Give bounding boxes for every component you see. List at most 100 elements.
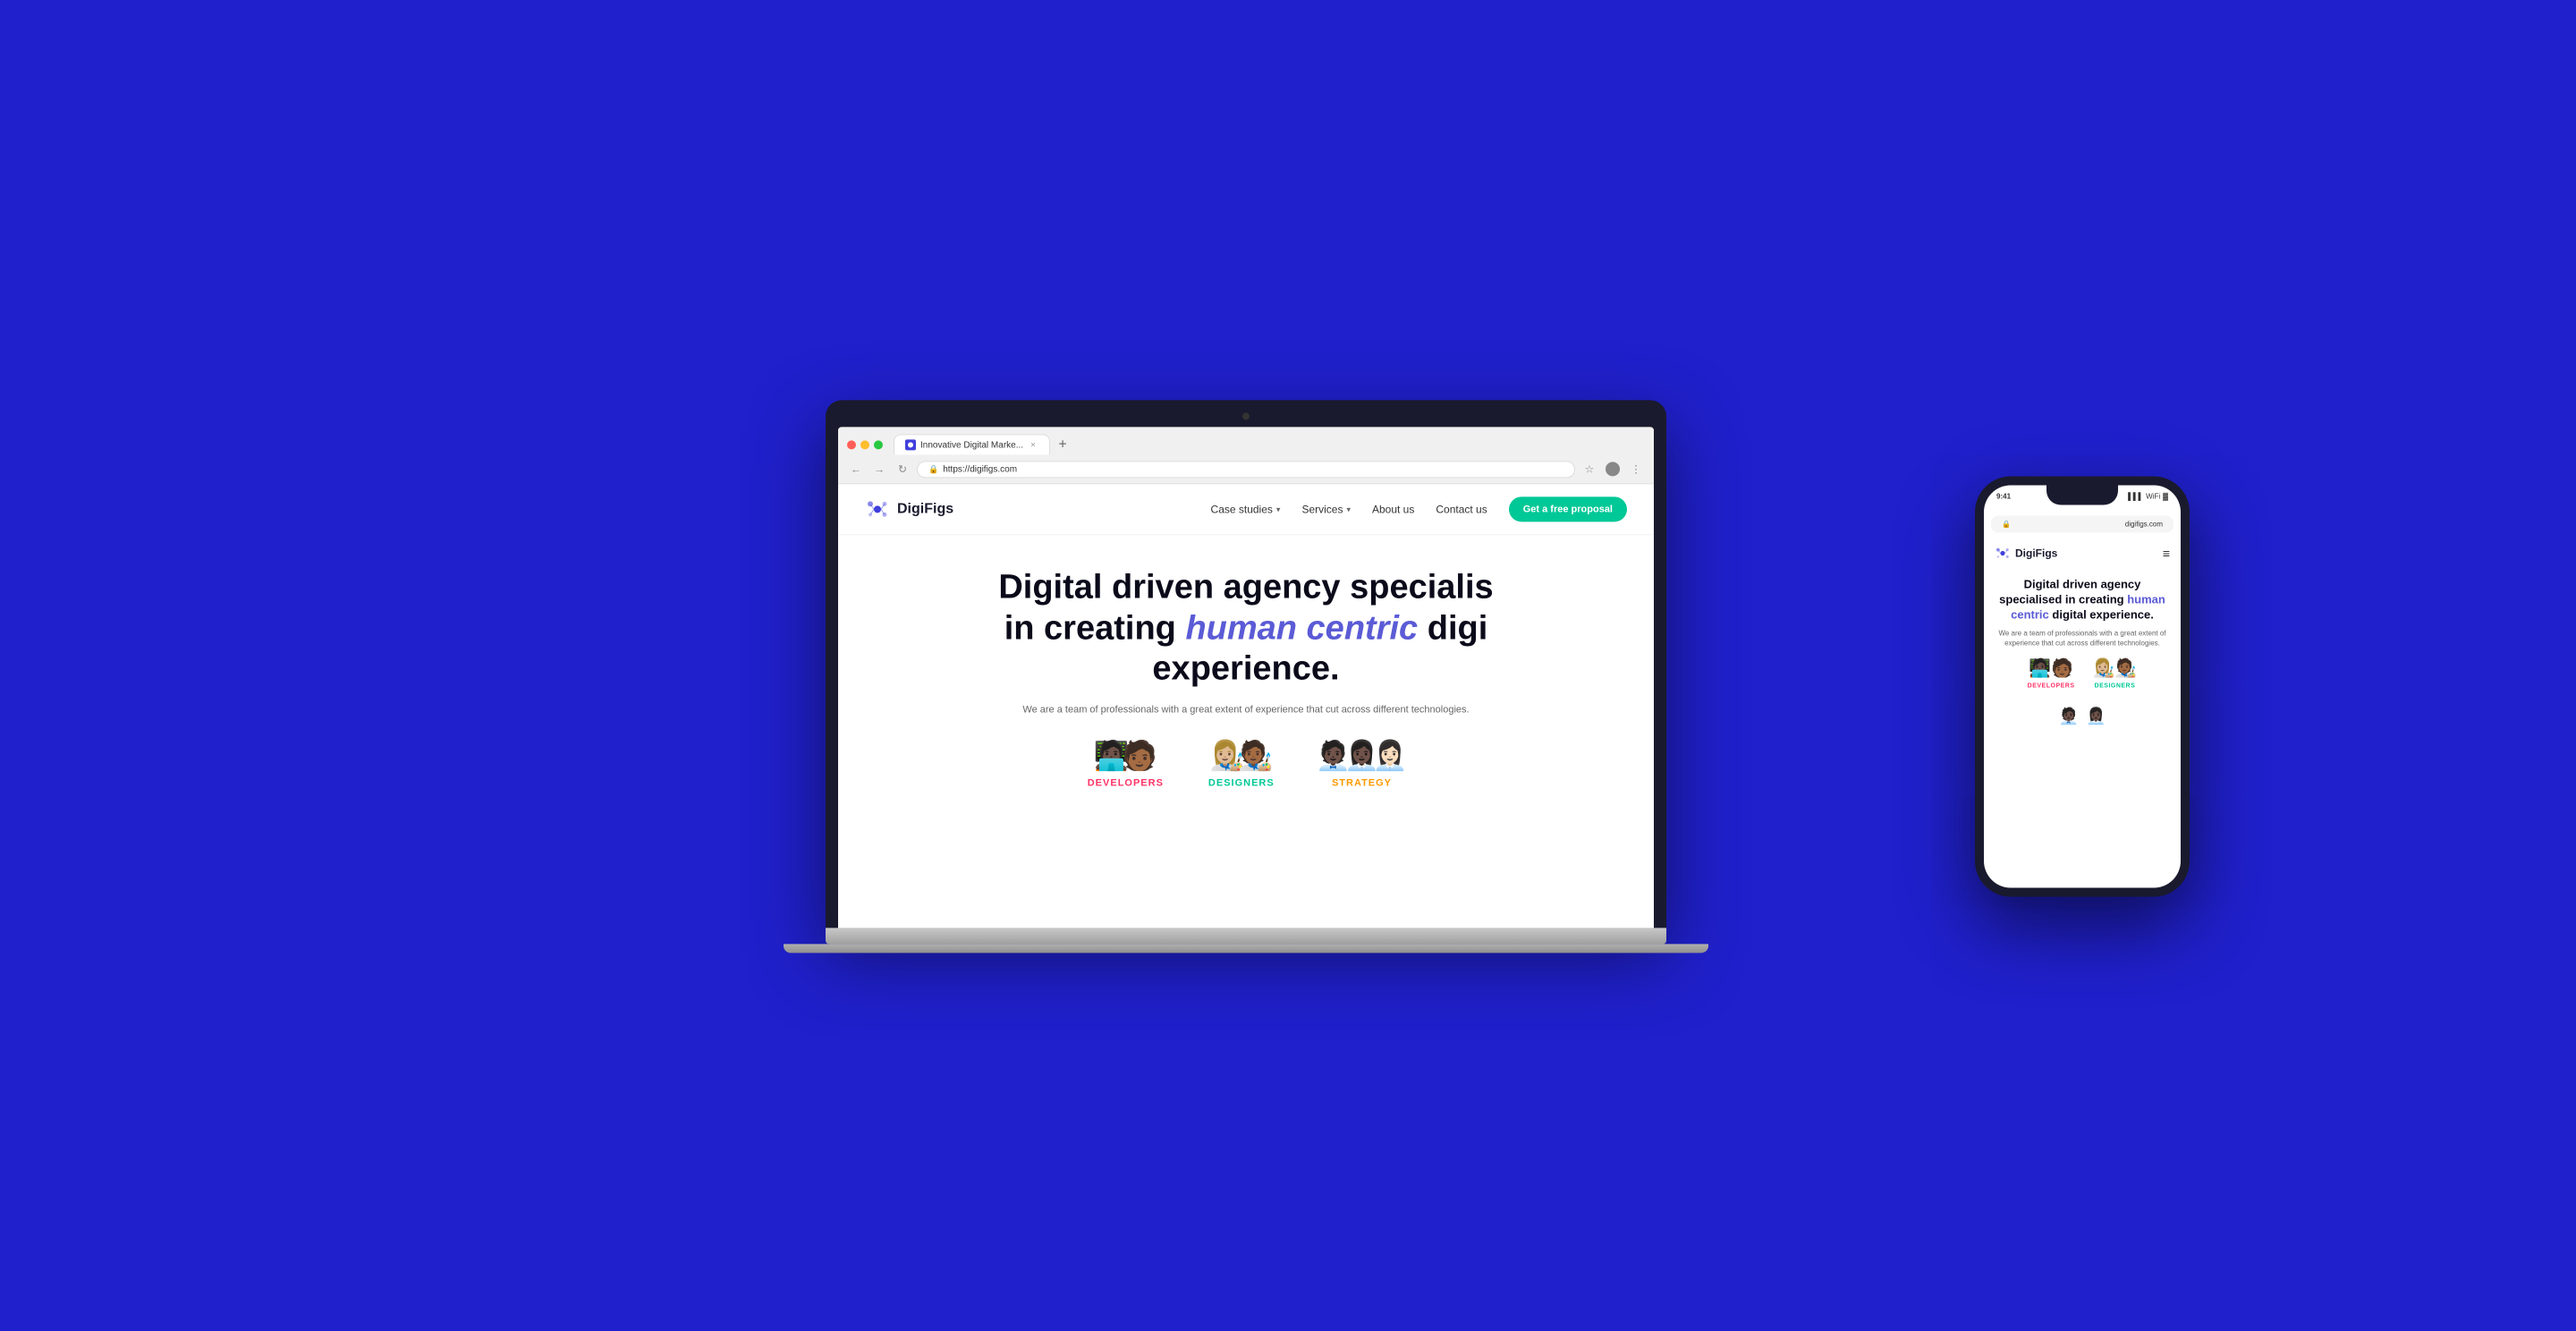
phone-team-developers: 🧑🏿‍💻 🧑🏾 DEVELOPERS [2028,657,2075,690]
phone-device: 9:41 ▌▌▌ WiFi ▓ 🔒 digifigs.com [1975,477,2190,897]
phone-hero: Digital driven agency specialised in cre… [1995,571,2170,697]
refresh-button[interactable]: ↻ [894,460,911,478]
hero-section: Digital driven agency specialis in creat… [838,535,1654,806]
hero-subtitle: We are a team of professionals with a gr… [1022,702,1470,717]
team-designers: 👩🏼‍🎨 🧑🏾‍🎨 DESIGNERS [1208,739,1275,789]
minimize-dot[interactable] [860,440,869,449]
developer-avatar-2: 🧑🏾 [1122,739,1157,773]
phone-extra-avatars: 🧑🏿‍💼 👩🏿‍💼 [1995,708,2170,726]
team-developers: 🧑🏿‍💻 🧑🏾 DEVELOPERS [1088,739,1164,789]
url-text: https://digifigs.com [943,464,1017,474]
nav-services-label: Services [1301,503,1343,515]
phone-des-avatar-1: 👩🏼‍🎨 [2093,657,2115,680]
phone-logo-text: DigiFigs [2015,547,2057,560]
phone-dev-avatar-1: 🧑🏿‍💻 [2029,657,2051,680]
phone-url-bar[interactable]: 🔒 digifigs.com [1991,516,2174,533]
scene: Innovative Digital Marke... × + ← → ↻ 🔒 … [215,129,2361,1202]
phone-des-avatars: 👩🏼‍🎨 🧑🏾‍🎨 [2093,657,2138,680]
strategy-avatar-3: 👩🏻‍💼 [1372,739,1408,773]
phone-designers-label: DESIGNERS [2095,683,2136,690]
nav-cta-button[interactable]: Get a free proposal [1509,496,1627,521]
laptop-frame: Innovative Digital Marke... × + ← → ↻ 🔒 … [826,400,1666,928]
phone-time: 9:41 [1996,493,2011,501]
case-studies-dropdown-icon: ▾ [1276,504,1281,514]
phone-extra-avatar-2: 👩🏿‍💼 [2086,708,2106,726]
phone-extra-avatar-1: 🧑🏿‍💼 [2059,708,2079,726]
nav-contact-label: Contact us [1436,503,1487,515]
phone-dev-avatars: 🧑🏿‍💻 🧑🏾 [2029,657,2073,680]
nav-links: Case studies ▾ Services ▾ About us [1211,496,1627,521]
phone-content: DigiFigs ≡ Digital driven agency special… [1984,537,2181,735]
nav-about[interactable]: About us [1372,503,1414,515]
site-navbar: DigiFigs Case studies ▾ Services ▾ [838,484,1654,535]
more-button[interactable]: ⋮ [1627,460,1645,478]
new-tab-button[interactable]: + [1054,436,1072,454]
tab-close-button[interactable]: × [1028,439,1038,450]
phone-frame: 9:41 ▌▌▌ WiFi ▓ 🔒 digifigs.com [1975,477,2190,897]
nav-contact[interactable]: Contact us [1436,503,1487,515]
bookmark-button[interactable]: ☆ [1580,460,1598,478]
lock-icon: 🔒 [928,464,938,474]
hamburger-menu-icon[interactable]: ≡ [2163,547,2170,561]
browser-dots [847,440,883,449]
phone-hero-title-text: Digital driven agency specialised in cre… [1999,578,2140,606]
laptop-base [826,928,1666,944]
forward-button[interactable]: → [870,460,888,478]
strategy-avatars: 🧑🏿‍💼 👩🏿‍💼 👩🏻‍💼 [1319,739,1405,773]
hero-title-highlight: human centric [1185,609,1418,647]
back-button[interactable]: ← [847,460,865,478]
site-logo: DigiFigs [865,496,953,521]
phone-team-designers: 👩🏼‍🎨 🧑🏾‍🎨 DESIGNERS [2093,657,2138,690]
browser-tab[interactable]: Innovative Digital Marke... × [894,434,1050,454]
designer-avatar-2: 🧑🏾‍🎨 [1238,739,1274,773]
phone-url: digifigs.com [2125,521,2163,529]
nav-case-studies-label: Case studies [1211,503,1273,515]
phone-logo-icon [1995,546,2011,562]
battery-icon: ▓ [2163,493,2168,501]
phone-hero-subtitle: We are a team of professionals with a gr… [1995,628,2170,648]
strategy-label: STRATEGY [1332,778,1392,789]
phone-dev-avatar-2: 🧑🏾 [2051,657,2073,680]
browser-tab-bar: Innovative Digital Marke... × + [847,434,1645,454]
nav-about-label: About us [1372,503,1414,515]
tab-title: Innovative Digital Marke... [920,440,1023,450]
phone-navbar: DigiFigs ≡ [1995,546,2170,562]
laptop-camera [1242,412,1250,420]
phone-notch [2046,486,2118,505]
tab-favicon [905,439,916,450]
phone-hero-title-end: digital experience. [2052,607,2153,621]
developers-label: DEVELOPERS [1088,778,1164,789]
phone-hero-title: Digital driven agency specialised in cre… [1995,578,2170,623]
team-strategy: 🧑🏿‍💼 👩🏿‍💼 👩🏻‍💼 STRATEGY [1319,739,1405,789]
hero-title-line3: digi [1428,609,1488,647]
website-content: DigiFigs Case studies ▾ Services ▾ [838,484,1654,928]
profile-button[interactable] [1604,460,1622,478]
hero-title-line2: in creating [1004,609,1186,647]
laptop-foot [784,944,1708,953]
laptop-device: Innovative Digital Marke... × + ← → ↻ 🔒 … [826,400,1666,953]
maximize-dot[interactable] [874,440,883,449]
wifi-icon: WiFi [2146,493,2160,501]
laptop-screen: Innovative Digital Marke... × + ← → ↻ 🔒 … [838,427,1654,928]
hero-title-line4: experience. [1152,650,1339,688]
developers-avatars: 🧑🏿‍💻 🧑🏾 [1097,739,1154,773]
phone-logo: DigiFigs [1995,546,2057,562]
designers-label: DESIGNERS [1208,778,1275,789]
browser-controls: ← → ↻ 🔒 https://digifigs.com ☆ ⋮ [847,460,1645,478]
close-dot[interactable] [847,440,856,449]
signal-icon: ▌▌▌ [2128,493,2143,501]
hero-title-line1: Digital driven agency specialis [998,568,1493,606]
hero-teams: 🧑🏿‍💻 🧑🏾 DEVELOPERS 👩🏼‍🎨 🧑🏾‍🎨 [856,739,1636,789]
browser-chrome: Innovative Digital Marke... × + ← → ↻ 🔒 … [838,427,1654,484]
phone-status-icons: ▌▌▌ WiFi ▓ [2128,493,2168,501]
phone-notch-area: 9:41 ▌▌▌ WiFi ▓ [1984,486,2181,513]
logo-icon [865,496,890,521]
phone-screen: 🔒 digifigs.com [1984,513,2181,888]
nav-services[interactable]: Services ▾ [1301,503,1351,515]
designers-avatars: 👩🏼‍🎨 🧑🏾‍🎨 [1213,739,1270,773]
phone-developers-label: DEVELOPERS [2028,683,2075,690]
services-dropdown-icon: ▾ [1346,504,1351,514]
address-bar[interactable]: 🔒 https://digifigs.com [917,461,1575,478]
phone-lock-icon: 🔒 [2002,521,2011,529]
nav-case-studies[interactable]: Case studies ▾ [1211,503,1281,515]
